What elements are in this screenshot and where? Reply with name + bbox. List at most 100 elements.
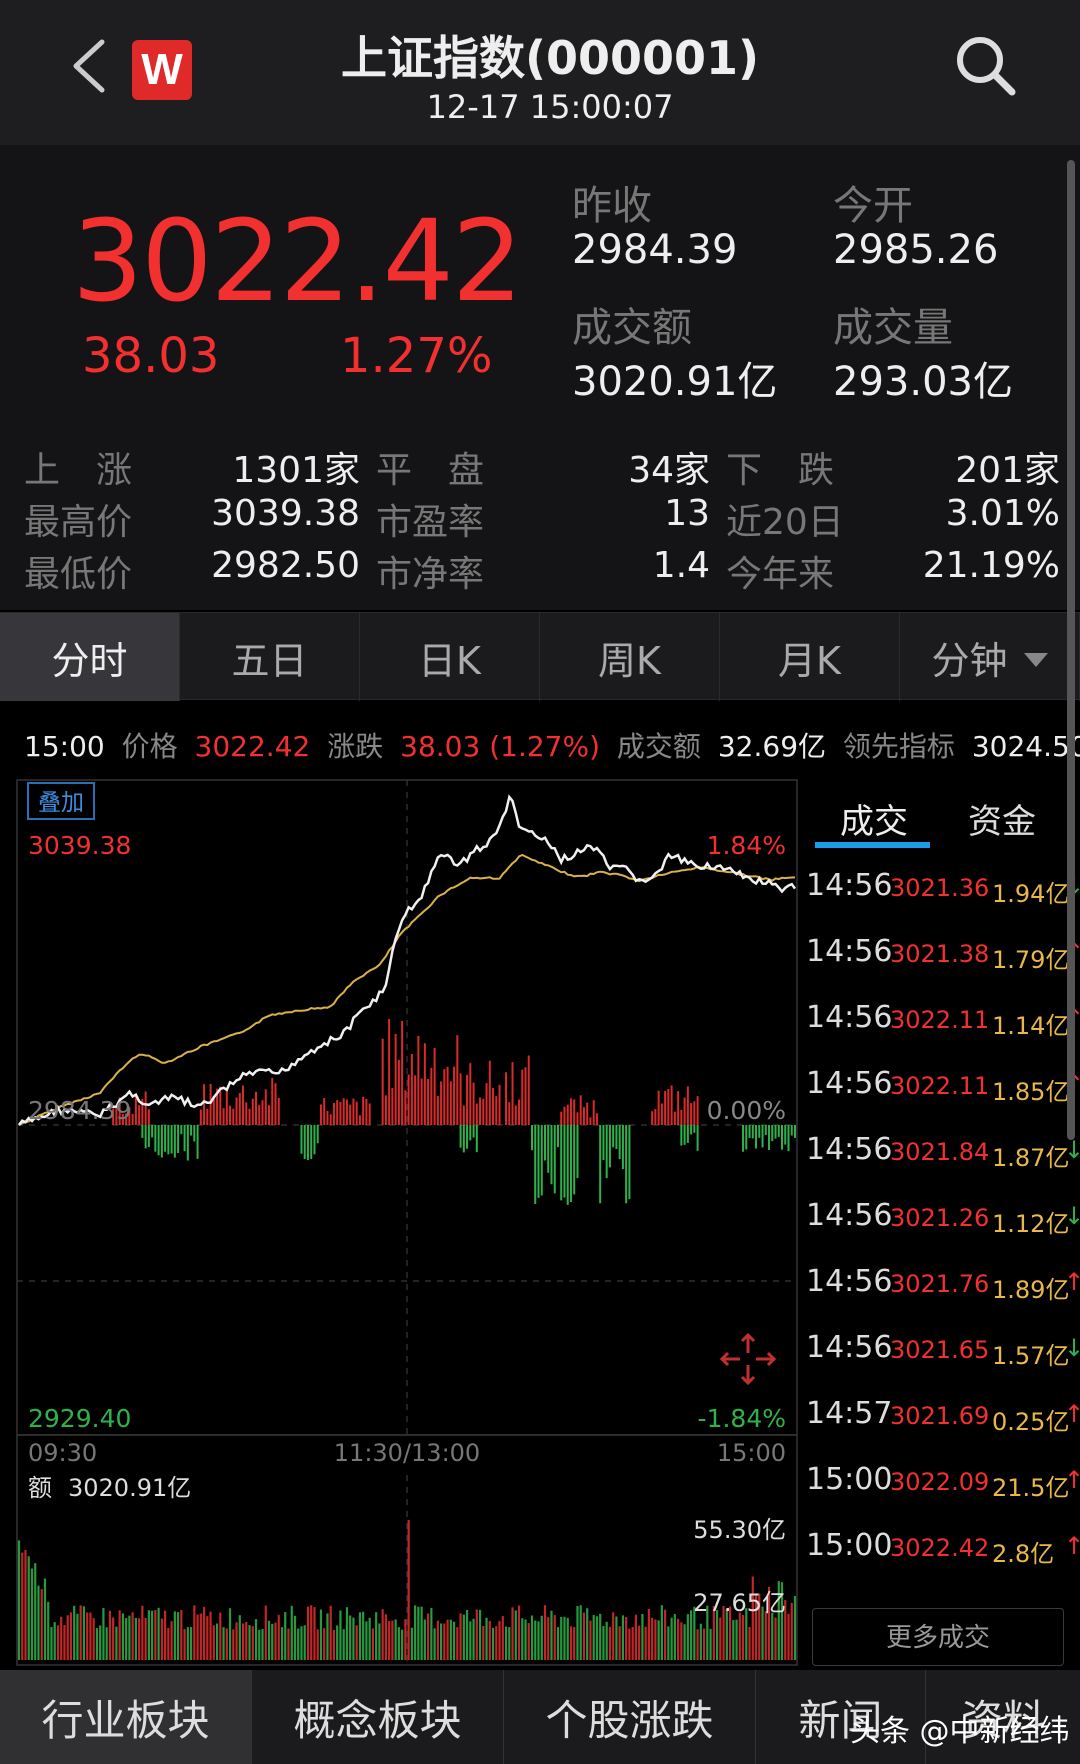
arrow-up-icon: ↑ [1064,1400,1080,1428]
stat-value: 34家 [628,450,710,491]
chart-bottom-price: 2929.40 [28,1404,131,1433]
nav-industry-sectors[interactable]: 行业板块 [0,1670,252,1764]
trade-amount: 21.5亿 [992,1474,1070,1502]
volume-label: 成交量 [833,305,953,351]
intraday-chart[interactable]: 叠加 3039.38 1.84% 2984.39 0.00% 2929.40 -… [0,775,800,1670]
stat-value: 13 [664,493,710,534]
tab-funds[interactable]: 资金 [968,794,1036,843]
trade-amount: 1.57亿 [992,1342,1070,1370]
trade-row: 14:56 3021.84 1.87亿 ↓ [806,1132,1080,1172]
minute-volume-bars [112,1019,796,1205]
trade-time: 15:00 [806,1462,893,1497]
price-change-pct: 1.27% [340,328,493,384]
info-amount-label: 成交额 [616,730,701,763]
price-change: 38.03 [82,328,220,384]
arrow-down-icon: ↓ [1064,1202,1080,1230]
stats-row: 最低价 2982.50 市净率 1.4 今年来 21.19% [0,545,1080,597]
trades-panel: 成交 资金 14:563021.361.94亿↓14:563021.381.79… [800,780,1080,1675]
tab-monthly-k[interactable]: 月K [720,613,900,701]
trade-price: 3021.69 [890,1402,990,1430]
trade-row: 14:56 3021.76 1.89亿 ↑ [806,1264,1080,1304]
trade-amount: 1.12亿 [992,1210,1070,1238]
trade-time: 14:56 [806,1330,893,1365]
volume-amount-label: 额 [28,1474,52,1502]
stat-label: 市净率 [376,554,485,595]
trade-price: 3021.36 [890,874,990,902]
stat-value: 3039.38 [211,493,360,534]
more-trades-button[interactable]: 更多成交 [812,1608,1064,1666]
trade-price: 3022.42 [890,1534,990,1562]
stat-value: 21.19% [922,545,1060,586]
info-time: 15:00 [24,730,105,763]
info-amount: 32.69亿 [717,730,827,763]
turnover-value: 3020.91亿 [572,359,778,405]
tab-minute[interactable]: 分钟 [900,613,1080,701]
stat-label: 最高价 [24,502,133,543]
trade-row: 14:56 3021.26 1.12亿 ↓ [806,1198,1080,1238]
stat-value: 2982.50 [211,545,360,586]
tab-intraday[interactable]: 分时 [0,613,180,701]
stat-label: 近20日 [726,502,844,543]
time-end: 15:00 [717,1439,786,1467]
trade-time: 14:56 [806,934,893,969]
trade-time: 14:56 [806,1000,893,1035]
stat-value: 3.01% [945,493,1060,534]
stat-label: 最低价 [24,554,133,595]
tab-trades[interactable]: 成交 [840,794,908,843]
top-bar: W 上证指数(000001) 12-17 15:00:07 [0,0,1080,145]
stat-value: 1.4 [652,545,710,586]
trade-row: 15:00 3022.09 21.5亿 ↑ [806,1462,1080,1502]
arrow-down-icon: ↓ [1064,1334,1080,1362]
tab-minute-label: 分钟 [931,638,1008,683]
stat-label: 上 涨 [24,450,133,491]
fullscreen-icon[interactable] [719,1332,777,1386]
stat-label: 下 跌 [726,450,835,491]
info-chg-label: 涨跌 [327,730,384,763]
info-price-label: 价格 [121,730,178,763]
info-price: 3022.42 [194,730,311,763]
trade-price: 3021.76 [890,1270,990,1298]
stat-label: 今年来 [726,554,835,595]
trade-row: 14:56 3021.65 1.57亿 ↓ [806,1330,1080,1370]
page-title: 上证指数(000001) [340,31,760,85]
trade-time: 14:56 [806,1198,893,1233]
volume-axis-mid: 27.65亿 [693,1589,786,1617]
nav-stock-movers[interactable]: 个股涨跌 [504,1670,756,1764]
arrow-up-icon: ↑ [1064,1268,1080,1296]
stat-label: 平 盘 [376,450,485,491]
last-price: 3022.42 [72,197,523,327]
overlay-button[interactable]: 叠加 [38,790,84,816]
prev-close-label: 昨收 [572,183,652,229]
stat-value: 201家 [955,450,1060,491]
arrow-up-icon: ↑ [1064,1466,1080,1494]
trade-amount: 1.14亿 [992,1012,1070,1040]
chart-mid-pct: 0.00% [707,1096,786,1125]
trade-price: 3021.38 [890,940,990,968]
volume-axis-high: 55.30亿 [693,1516,786,1544]
nav-concept-sectors[interactable]: 概念板块 [252,1670,504,1764]
trade-time: 14:56 [806,1132,893,1167]
trade-amount: 0.25亿 [992,1408,1070,1436]
tab-weekly-k[interactable]: 周K [540,613,720,701]
search-icon[interactable] [950,30,1020,100]
trade-amount: 1.87亿 [992,1144,1070,1172]
trade-time: 14:56 [806,868,893,903]
trade-row: 14:57 3021.69 0.25亿 ↑ [806,1396,1080,1436]
open-label: 今开 [833,183,913,229]
tab-daily-k[interactable]: 日K [360,613,540,701]
trade-time: 14:57 [806,1396,893,1431]
trade-price: 3021.65 [890,1336,990,1364]
crosshair-info: 15:00 价格 3022.42 涨跌 38.03 (1.27%) 成交额 32… [24,725,1080,765]
chart-top-price: 3039.38 [28,831,131,860]
trade-row: 14:563022.111.85亿↑ [806,1066,1080,1106]
scrollbar[interactable] [1067,160,1075,1140]
tab-five-day[interactable]: 五日 [180,613,360,701]
quote-datetime: 12-17 15:00:07 [426,88,674,126]
chart-period-tabs: 分时 五日 日K 周K 月K 分钟 [0,612,1080,701]
dropdown-arrow-icon [1023,653,1048,667]
trade-row: 14:563021.361.94亿↓ [806,868,1080,908]
trade-price: 3021.84 [890,1138,990,1166]
trade-price: 3022.09 [890,1468,990,1496]
trade-amount: 1.79亿 [992,946,1070,974]
trade-time: 14:56 [806,1066,893,1101]
